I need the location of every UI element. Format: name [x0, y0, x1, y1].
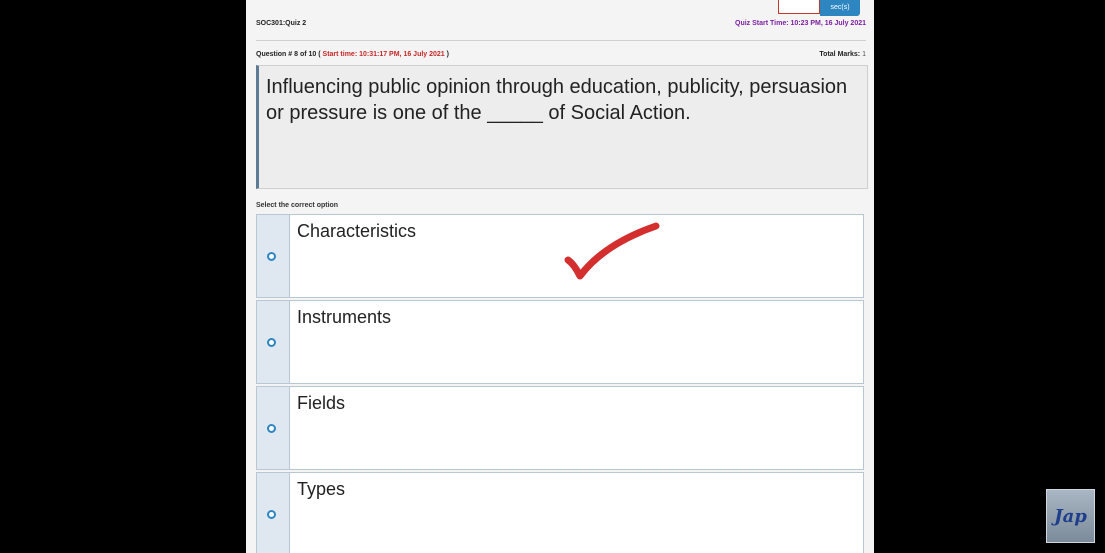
option-radio-cell[interactable]: [257, 387, 290, 469]
header-divider: [256, 40, 866, 41]
option-types[interactable]: Types: [256, 472, 864, 553]
radio-button[interactable]: [267, 338, 276, 347]
total-marks-label: Total Marks:: [819, 51, 861, 58]
option-radio-cell[interactable]: [257, 473, 290, 553]
question-number: Question # 8 of 10 ( Start time: 10:31:1…: [256, 51, 449, 58]
quiz-start-time: Quiz Start Time: 10:23 PM, 16 July 2021: [735, 20, 866, 27]
option-radio-cell[interactable]: [257, 301, 290, 383]
timer-unit: sec(s): [820, 0, 860, 16]
option-label: Characteristics: [297, 221, 417, 241]
question-text: Influencing public opinion through educa…: [266, 76, 848, 124]
radio-button[interactable]: [267, 252, 276, 261]
select-option-label: Select the correct option: [256, 202, 339, 209]
timer: sec(s): [778, 0, 866, 16]
option-label: Fields: [297, 393, 346, 413]
total-marks-value: 1: [862, 51, 866, 58]
option-radio-cell[interactable]: [257, 215, 290, 297]
red-checkmark-icon: [564, 222, 660, 280]
total-marks: Total Marks: 1: [819, 51, 866, 58]
question-box: Influencing public opinion through educa…: [256, 65, 868, 189]
option-label: Types: [297, 479, 346, 499]
radio-button[interactable]: [267, 510, 276, 519]
option-label: Instruments: [297, 307, 392, 327]
quiz-title: SOC301:Quiz 2: [256, 20, 307, 27]
radio-button[interactable]: [267, 424, 276, 433]
option-instruments[interactable]: Instruments: [256, 300, 864, 384]
question-number-label: Question # 8 of 10 (: [256, 51, 321, 58]
watermark-logo: Jap: [1046, 489, 1095, 543]
option-fields[interactable]: Fields: [256, 386, 864, 470]
question-number-suffix: ): [446, 51, 449, 58]
question-start-time: Start time: 10:31:17 PM, 16 July 2021: [322, 51, 445, 58]
timer-value: [778, 0, 820, 14]
watermark-text: Jap: [1054, 505, 1087, 527]
